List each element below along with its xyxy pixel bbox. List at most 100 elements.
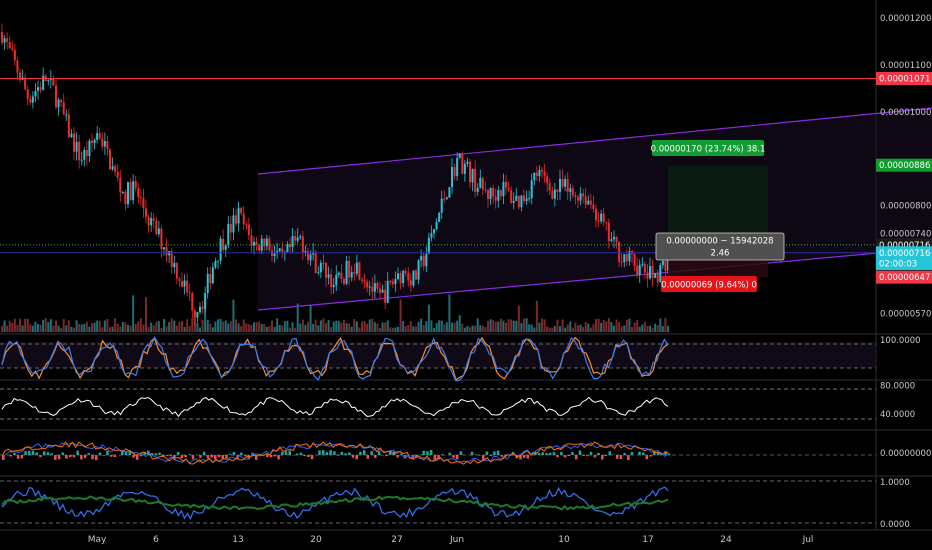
- volume-bar: [60, 327, 63, 332]
- volume-bar: [83, 323, 86, 332]
- candle-body: [193, 310, 196, 318]
- volume-bar: [188, 326, 191, 332]
- macd-histogram-bar: [560, 451, 563, 455]
- candle-body: [394, 278, 397, 285]
- volume-bar: [358, 327, 361, 332]
- candle-body: [607, 222, 610, 241]
- candle-body: [111, 166, 114, 170]
- volume-bar: [546, 326, 549, 332]
- candle-body: [656, 273, 659, 283]
- volume-bar: [147, 326, 150, 332]
- candle-body: [409, 280, 412, 286]
- macd-histogram-bar: [281, 451, 284, 455]
- candle-body: [314, 252, 317, 274]
- candle-body: [559, 178, 561, 192]
- candle-body: [232, 215, 235, 233]
- candle-body: [211, 267, 214, 284]
- candle-body: [73, 133, 75, 152]
- volume-bar: [304, 324, 307, 332]
- volume-bar: [337, 321, 340, 332]
- macd-histogram-bar: [597, 452, 600, 455]
- macd-histogram-bar: [113, 455, 117, 458]
- candle-body: [337, 272, 340, 275]
- volume-bar: [443, 324, 446, 332]
- macd-histogram-bar: [221, 455, 225, 459]
- candle-body: [510, 190, 513, 203]
- candle-body: [57, 99, 60, 108]
- panel-tick: 1.0000: [880, 478, 910, 488]
- volume-bar: [520, 322, 523, 332]
- candle-body: [654, 273, 657, 278]
- volume-bar: [283, 321, 286, 332]
- macd-histogram-bar: [191, 455, 195, 460]
- volume-bar: [355, 321, 358, 332]
- macd-histogram-bar: [240, 452, 243, 455]
- trading-chart[interactable]: 0.00000170 (23.74%) 38.1 0.00000069 (9.64…: [0, 0, 932, 550]
- volume-bar: [389, 327, 392, 332]
- macd-histogram-bar: [355, 455, 358, 460]
- macd-histogram-bar: [80, 455, 83, 460]
- volume-bar: [353, 319, 356, 332]
- candle-body: [456, 158, 459, 177]
- volume-bar: [109, 327, 111, 332]
- volume-bar: [340, 322, 343, 332]
- chart-root[interactable]: 0.00000170 (23.74%) 38.1 0.00000069 (9.64…: [0, 0, 932, 550]
- candle-body: [98, 133, 101, 139]
- volume-bar: [145, 297, 147, 332]
- macd-histogram-bar: [214, 455, 217, 460]
- volume-bar: [391, 327, 394, 332]
- rsi-line: [1, 396, 669, 418]
- volume-bar: [415, 326, 417, 332]
- candle-body: [363, 280, 366, 282]
- volume-bar: [525, 318, 528, 332]
- volume-bar: [314, 319, 317, 332]
- candle-body: [553, 189, 556, 199]
- candle-body: [592, 204, 595, 209]
- candle-body: [643, 263, 646, 273]
- volume-bar: [368, 319, 371, 332]
- volume-bar: [91, 323, 93, 332]
- price-badge: 0.00000886: [879, 161, 930, 171]
- macd-histogram-bar: [28, 451, 31, 455]
- macd-histogram-bar: [627, 455, 630, 460]
- volume-bar: [451, 322, 453, 332]
- volume-bar: [129, 325, 132, 332]
- candle-body: [574, 195, 577, 198]
- candle-body: [330, 274, 333, 288]
- candle-body: [227, 223, 230, 246]
- candle-body: [170, 251, 173, 268]
- candle-body: [350, 272, 353, 278]
- macd-histogram-bar: [374, 455, 377, 458]
- candle-body: [448, 187, 451, 198]
- macd-histogram-bar: [225, 455, 228, 459]
- macd-histogram-bar: [106, 450, 109, 455]
- macd-histogram-bar: [548, 452, 552, 455]
- candle-body: [620, 261, 623, 263]
- candle-body: [214, 261, 217, 268]
- volume-bar: [471, 325, 474, 332]
- volume-bar: [633, 322, 636, 332]
- time-axis: May 6 13 20 27 Jun 10 17 24 Jul: [88, 535, 814, 545]
- volume-bar: [628, 318, 631, 332]
- macd-histogram-bar: [615, 455, 619, 459]
- volume-bar: [75, 320, 78, 332]
- candle-body: [242, 213, 245, 225]
- volume-bar: [574, 322, 577, 332]
- volume-bar: [127, 324, 129, 332]
- volume-bar: [607, 318, 610, 332]
- macd-histogram-bar: [641, 452, 645, 455]
- candle-body: [589, 200, 592, 205]
- volume-bar: [276, 318, 279, 332]
- candle-body: [481, 177, 484, 190]
- candle-body: [109, 149, 111, 170]
- macd-histogram-bar: [102, 455, 105, 456]
- candle-body: [402, 270, 405, 284]
- candle-body: [543, 171, 546, 177]
- candle-body: [91, 140, 93, 143]
- candle-body: [291, 236, 294, 248]
- macd-histogram-bar: [68, 455, 72, 458]
- volume-bar: [163, 319, 165, 332]
- volume-bar: [106, 319, 109, 332]
- candle-body: [65, 114, 68, 116]
- macd-histogram-bar: [303, 455, 306, 457]
